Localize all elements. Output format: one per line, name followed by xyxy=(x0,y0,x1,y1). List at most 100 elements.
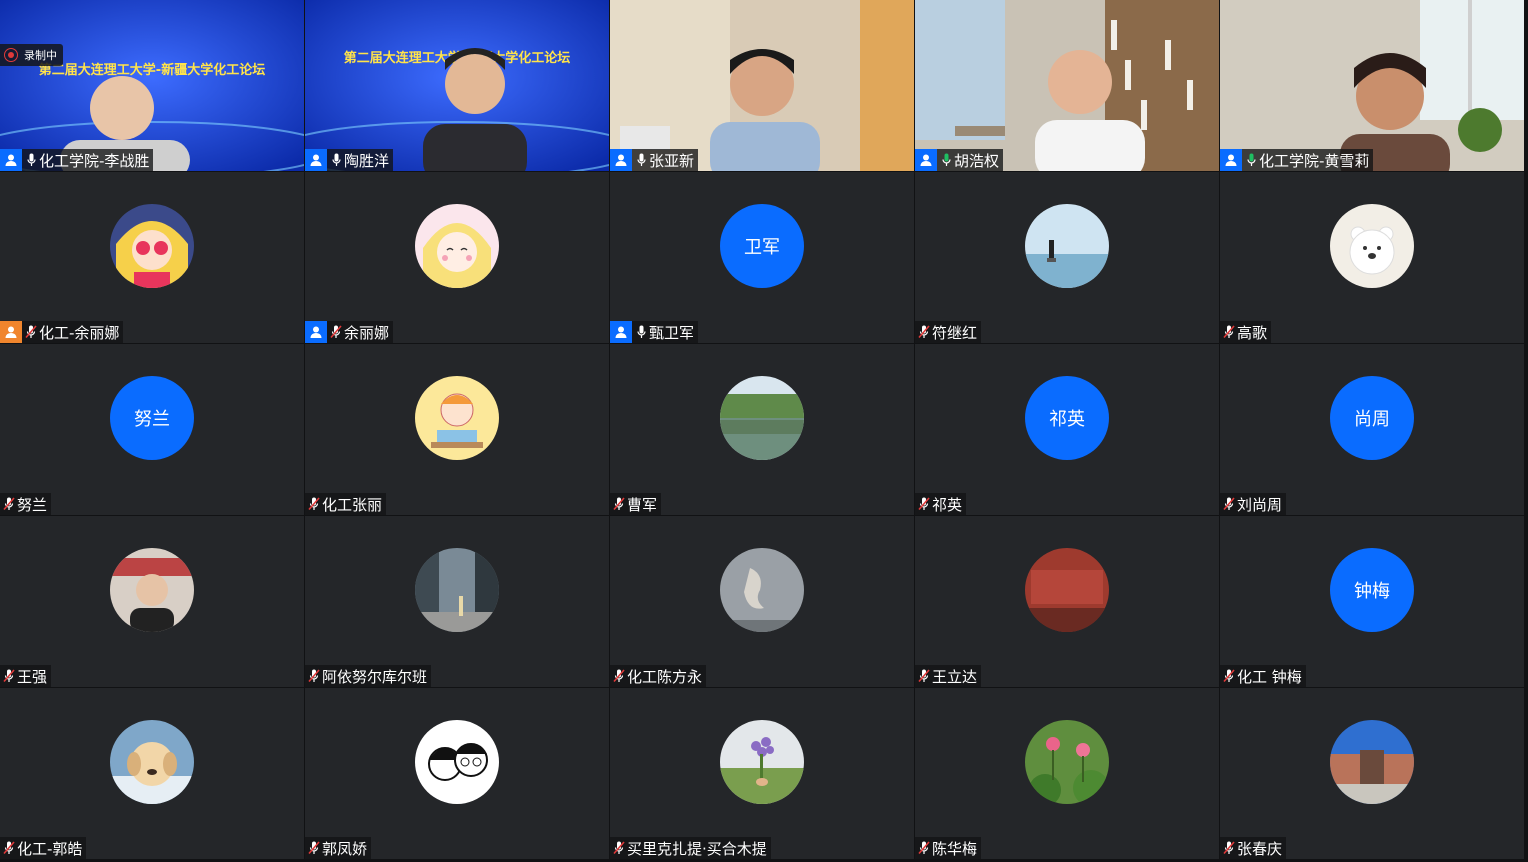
lake-reflection-avatar-icon xyxy=(720,376,804,460)
sailor-moon-avatar-icon xyxy=(415,204,499,288)
name-label-bar: 化工学院-李战胜 xyxy=(0,149,154,171)
record-icon xyxy=(4,48,18,62)
participant-tile[interactable]: 祁英 祁英 xyxy=(915,344,1219,515)
name-label-bar: 化工 钟梅 xyxy=(1220,665,1306,687)
sky-silhouette-avatar-icon xyxy=(720,548,804,632)
flower-bouquet-field-avatar-icon xyxy=(720,720,804,804)
name-label-bar: 胡浩权 xyxy=(915,149,1004,171)
lotus-flowers-avatar-icon xyxy=(1025,720,1109,804)
name-label-bar: 化工学院-黄雪莉 xyxy=(1220,149,1374,171)
participant-name: 高歌 xyxy=(1237,323,1268,342)
participant-tile[interactable]: 王立达 xyxy=(915,516,1219,687)
microphone-muted-icon xyxy=(1222,667,1236,685)
microphone-muted-icon xyxy=(307,495,321,513)
microphone-icon xyxy=(634,151,648,169)
man-portrait-avatar-icon xyxy=(110,548,194,632)
microphone-muted-icon xyxy=(917,667,931,685)
name-label-bar: 王强 xyxy=(0,665,52,687)
microphone-muted-icon xyxy=(329,323,343,341)
microphone-muted-icon xyxy=(612,495,626,513)
lighthouse-sea-avatar-icon xyxy=(1025,204,1109,288)
name-label-bar: 郭凤娇 xyxy=(305,837,372,859)
participant-tile[interactable]: 化工-余丽娜 xyxy=(0,172,304,343)
name-label-bar: 买里克扎提·买合木提 xyxy=(610,837,771,859)
microphone-muted-icon xyxy=(2,667,16,685)
participant-tile[interactable]: 化工张丽 xyxy=(305,344,609,515)
puppy-avatar-icon xyxy=(110,720,194,804)
city-street-avatar-icon xyxy=(415,548,499,632)
microphone-muted-icon xyxy=(307,839,321,857)
video-feed-bookshelf xyxy=(915,0,1219,171)
user-icon xyxy=(610,321,632,343)
participant-tile[interactable]: 阿依努尔库尔班 xyxy=(305,516,609,687)
cartoon-couple-avatar-icon xyxy=(415,720,499,804)
participant-name: 化工 钟梅 xyxy=(1237,667,1302,686)
name-label-bar: 化工-余丽娜 xyxy=(0,321,124,343)
microphone-muted-icon xyxy=(917,495,931,513)
participant-name: 王立达 xyxy=(932,667,978,686)
participant-tile[interactable]: 高歌 xyxy=(1220,172,1524,343)
recording-indicator[interactable]: 录制中 xyxy=(0,44,63,66)
user-icon xyxy=(1220,149,1242,171)
participant-name: 郭凤娇 xyxy=(322,839,368,858)
participant-name: 化工学院-黄雪莉 xyxy=(1259,151,1370,170)
microphone-muted-icon xyxy=(917,323,931,341)
user-icon xyxy=(305,149,327,171)
participant-tile[interactable]: 卫军 甄卫军 xyxy=(610,172,914,343)
name-label-bar: 努兰 xyxy=(0,493,52,515)
campus-building-avatar-icon xyxy=(1330,720,1414,804)
participant-tile[interactable]: 尚周 刘尚周 xyxy=(1220,344,1524,515)
participant-tile[interactable]: 化工陈方永 xyxy=(610,516,914,687)
participant-tile[interactable]: 符继红 xyxy=(915,172,1219,343)
participant-grid: 第二届大连理工大学-新疆大学化工论坛 录制中 化工学院-李战胜 第二届大连理工大… xyxy=(0,0,1525,861)
participant-tile[interactable]: 张春庆 xyxy=(1220,688,1524,859)
microphone-muted-icon xyxy=(1222,323,1236,341)
participant-tile[interactable]: 第二届大连理工大学-新疆大学化工论坛 录制中 化工学院-李战胜 xyxy=(0,0,304,171)
user-icon xyxy=(305,321,327,343)
participant-tile[interactable]: 郭凤娇 xyxy=(305,688,609,859)
participant-name: 张春庆 xyxy=(1237,839,1283,858)
microphone-muted-icon xyxy=(1222,839,1236,857)
participant-tile[interactable]: 王强 xyxy=(0,516,304,687)
sailor-moon-glasses-avatar-icon xyxy=(110,204,194,288)
initials-avatar: 钟梅 xyxy=(1330,548,1414,632)
microphone-icon xyxy=(24,151,38,169)
microphone-muted-icon xyxy=(2,839,16,857)
participant-name: 化工陈方永 xyxy=(627,667,703,686)
participant-name: 化工学院-李战胜 xyxy=(39,151,150,170)
name-label-bar: 王立达 xyxy=(915,665,982,687)
microphone-active-icon xyxy=(939,151,953,169)
participant-tile[interactable]: 陈华梅 xyxy=(915,688,1219,859)
participant-tile[interactable]: 胡浩权 xyxy=(915,0,1219,171)
participant-tile[interactable]: 张亚新 xyxy=(610,0,914,171)
participant-tile[interactable]: 化工-郭皓 xyxy=(0,688,304,859)
participant-name: 祁英 xyxy=(932,495,963,514)
participant-tile[interactable]: 第二届大连理工大学-新疆大学化工论坛 2020 陶胜洋 xyxy=(305,0,609,171)
name-label-bar: 化工张丽 xyxy=(305,493,387,515)
polar-bear-avatar-icon xyxy=(1330,204,1414,288)
user-icon xyxy=(0,149,22,171)
name-label-bar: 高歌 xyxy=(1220,321,1272,343)
name-label-bar: 陈华梅 xyxy=(915,837,982,859)
participant-tile[interactable]: 买里克扎提·买合木提 xyxy=(610,688,914,859)
microphone-muted-icon xyxy=(2,495,16,513)
participant-tile-speaking[interactable]: 化工学院-黄雪莉 xyxy=(1220,0,1524,171)
participant-tile[interactable]: 曹军 xyxy=(610,344,914,515)
microphone-active-icon xyxy=(1244,151,1258,169)
name-label-bar: 刘尚周 xyxy=(1220,493,1287,515)
name-label-bar: 甄卫军 xyxy=(610,321,699,343)
participant-name: 陈华梅 xyxy=(932,839,978,858)
participant-tile[interactable]: 努兰 努兰 xyxy=(0,344,304,515)
participant-name: 化工张丽 xyxy=(322,495,383,514)
video-feed-conference-banner: 第二届大连理工大学-新疆大学化工论坛 2020 xyxy=(305,0,609,171)
participant-name: 张亚新 xyxy=(649,151,695,170)
name-label-bar: 阿依努尔库尔班 xyxy=(305,665,432,687)
name-label-bar: 祁英 xyxy=(915,493,967,515)
microphone-muted-icon xyxy=(612,839,626,857)
microphone-muted-icon xyxy=(307,667,321,685)
participant-tile[interactable]: 余丽娜 xyxy=(305,172,609,343)
name-label-bar: 曹军 xyxy=(610,493,662,515)
participant-name: 王强 xyxy=(17,667,48,686)
name-label-bar: 化工陈方永 xyxy=(610,665,707,687)
participant-tile[interactable]: 钟梅 化工 钟梅 xyxy=(1220,516,1524,687)
